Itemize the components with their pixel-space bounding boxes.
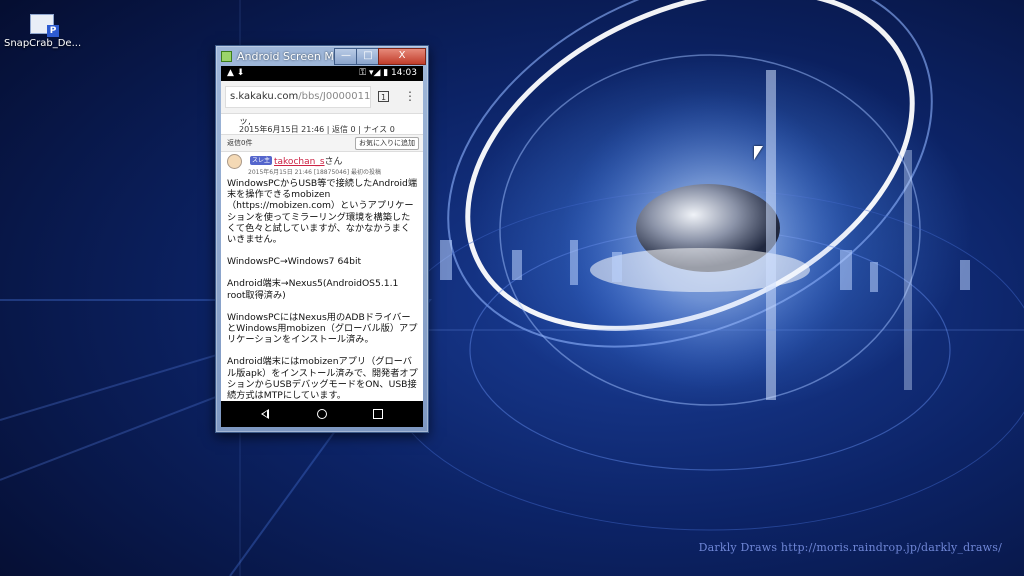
minimize-button[interactable]: — [334,48,358,65]
post-paragraph: WindowsPCにはNexus用のADBドライバーとWindows用mobiz… [227,311,418,346]
url-host: s.kakaku.com [230,91,299,102]
desktop-shortcut-label: SnapCrab_De... [4,38,82,49]
home-icon[interactable] [317,409,327,419]
post-paragraph: WindowsPCからUSB等で接続したAndroid端末を操作できるmobiz… [227,178,418,246]
overflow-menu-icon[interactable]: ⋮ [404,90,416,102]
android-nav-bar [221,401,423,427]
tab-switcher-button[interactable]: 1 [378,91,389,102]
post-paragraph: Android端末→Nexus5(AndroidOS5.1.1 root取得済み… [227,278,399,301]
avatar [227,154,242,169]
browser-url-bar: s.kakaku.com/bbs/J000001106 1 ⋮ [221,81,423,114]
post-paragraph: WindowsPC→Windows7 64bit [227,256,362,268]
wallpaper-credit: Darkly Draws http://moris.raindrop.jp/da… [698,541,1002,554]
snapcrab-icon [30,14,59,37]
desktop-wallpaper [0,0,1024,576]
post-author: takochan_sさん [274,154,343,167]
status-clock: ⚿ ▾◢ ▮ 14:03 [359,68,417,78]
reply-count: 返信0件 [227,139,253,147]
author-suffix: さん [324,157,343,167]
thread-owner-badge: スレ主 [250,156,273,165]
recents-icon[interactable] [373,409,383,419]
window-titlebar[interactable]: Android Screen Monitor — □ X [216,46,428,66]
android-status-bar: ▲ ⬇ ⚿ ▾◢ ▮ 14:03 [221,66,423,81]
maximize-button[interactable]: □ [356,48,380,65]
close-button[interactable]: X [378,48,426,65]
url-field[interactable]: s.kakaku.com/bbs/J000001106 [225,86,371,108]
post-date: 2015年6月15日 21:46 [18875046] 最初の投稿 [248,169,381,176]
post-paragraph: Android端末にはmobizenアプリ（グローバル版apk）をインストール済… [227,356,418,402]
phone-screen[interactable]: ▲ ⬇ ⚿ ▾◢ ▮ 14:03 s.kakaku.com/bbs/J00000… [221,66,423,427]
notification-icons: ▲ ⬇ [227,68,245,78]
back-icon[interactable] [261,409,269,419]
android-app-icon [221,51,232,62]
reply-bar: 返信0件 お気に入りに追加 [221,134,423,152]
add-favorite-button[interactable]: お気に入りに追加 [355,137,419,150]
post-body: WindowsPCからUSB等で接続したAndroid端末を操作できるmobiz… [227,178,419,412]
android-screen-monitor-window[interactable]: Android Screen Monitor — □ X ▲ ⬇ ⚿ ▾◢ ▮ … [215,45,429,433]
mouse-cursor-icon [754,146,763,160]
desktop-shortcut-snapcrab[interactable]: SnapCrab_De... [4,14,82,49]
url-path: /bbs/J000001106 [298,91,371,102]
author-link[interactable]: takochan_s [274,157,325,167]
